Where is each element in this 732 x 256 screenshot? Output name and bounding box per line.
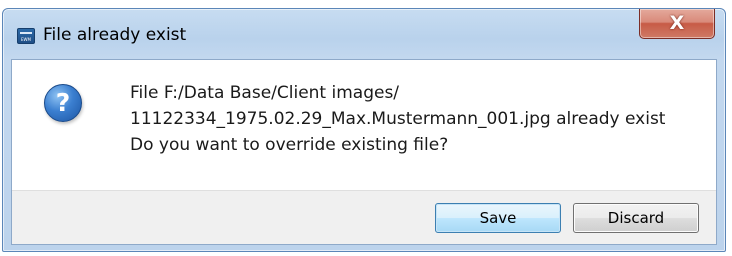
dialog-content: ? File F:/Data Base/Client images/ 11122… bbox=[11, 59, 717, 245]
question-icon: ? bbox=[44, 84, 82, 122]
app-icon-text: EWM bbox=[21, 37, 31, 42]
discard-button[interactable]: Discard bbox=[573, 203, 699, 233]
app-icon: EWM bbox=[17, 28, 35, 44]
question-mark-glyph: ? bbox=[55, 88, 71, 117]
close-button[interactable]: X bbox=[639, 9, 715, 39]
dialog-window: EWM File already exist X ? File F:/Data … bbox=[2, 8, 726, 252]
close-icon: X bbox=[669, 12, 685, 34]
message-line-3: Do you want to override existing file? bbox=[130, 135, 449, 155]
message-area: ? File F:/Data Base/Client images/ 11122… bbox=[12, 60, 716, 190]
dialog-title: File already exist bbox=[43, 25, 187, 45]
title-bar[interactable]: EWM File already exist X bbox=[3, 9, 725, 59]
message-line-2: 11122334_1975.02.29_Max.Mustermann_001.j… bbox=[130, 109, 666, 129]
save-button[interactable]: Save bbox=[435, 203, 561, 233]
app-icon-bar bbox=[20, 32, 32, 34]
button-bar: Save Discard bbox=[12, 190, 716, 244]
message-text: File F:/Data Base/Client images/ 1112233… bbox=[130, 80, 665, 158]
message-line-1: File F:/Data Base/Client images/ bbox=[130, 83, 400, 103]
